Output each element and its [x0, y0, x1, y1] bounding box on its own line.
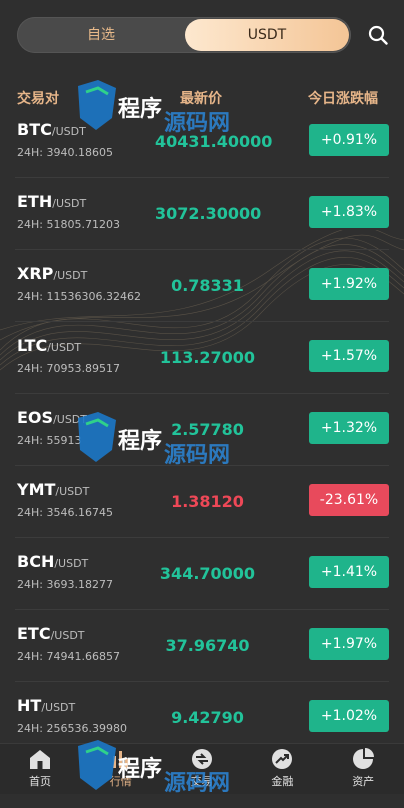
- pair-quote: /USDT: [55, 485, 90, 498]
- pair-price: 9.42790: [171, 708, 244, 727]
- pair-quote: /USDT: [52, 197, 87, 210]
- nav-home[interactable]: 首页: [0, 748, 80, 789]
- change-badge[interactable]: +1.83%: [309, 196, 389, 228]
- tab-usdt[interactable]: USDT: [185, 19, 349, 51]
- search-icon[interactable]: [368, 25, 388, 45]
- pair-base: YMT: [17, 480, 56, 499]
- market-row-etc[interactable]: ETC/USDT 24H: 74941.66857 37.96740 +1.97%: [15, 610, 389, 682]
- change-badge[interactable]: +1.32%: [309, 412, 389, 444]
- pair-base: HT: [17, 696, 42, 715]
- svg-text:程序: 程序: [118, 96, 162, 122]
- watermark-logo: 程序 源码网: [78, 412, 230, 468]
- pair-volume: 24H: 70953.89517: [17, 362, 120, 375]
- pair-quote: /USDT: [53, 269, 88, 282]
- change-badge[interactable]: +1.97%: [309, 628, 389, 660]
- nav-assets[interactable]: 资产: [323, 748, 403, 789]
- pair-base: BTC: [17, 120, 52, 139]
- home-icon: [0, 748, 80, 770]
- svg-text:源码网: 源码网: [164, 443, 230, 468]
- header-change: 今日涨跌幅: [308, 91, 378, 107]
- watermark-logo: 程序 源码网: [78, 80, 230, 136]
- pair-base: XRP: [17, 264, 54, 283]
- change-badge[interactable]: -23.61%: [309, 484, 389, 516]
- nav-label: 资产: [352, 775, 375, 788]
- change-badge[interactable]: +0.91%: [309, 124, 389, 156]
- market-row-bch[interactable]: BCH/USDT 24H: 3693.18277 344.70000 +1.41%: [15, 538, 389, 610]
- pair-price: 113.27000: [159, 348, 256, 367]
- pair-volume: 24H: 3546.16745: [17, 506, 113, 519]
- pair-symbol: XRP/USDT: [17, 264, 87, 283]
- pair-price: 3072.30000: [155, 204, 262, 223]
- nav-label: 金融: [271, 775, 294, 788]
- pair-price: 1.38120: [171, 492, 244, 511]
- assets-icon: [323, 748, 403, 770]
- pair-symbol: BCH/USDT: [17, 552, 88, 571]
- svg-text:程序: 程序: [118, 756, 162, 782]
- pair-symbol: ETH/USDT: [17, 192, 86, 211]
- change-badge[interactable]: +1.92%: [309, 268, 389, 300]
- header-pair: 交易对: [17, 91, 59, 107]
- pair-volume: 24H: 3693.18277: [17, 578, 113, 591]
- svg-text:源码网: 源码网: [164, 111, 230, 136]
- pair-price: 0.78331: [171, 276, 244, 295]
- pair-base: EOS: [17, 408, 54, 427]
- market-row-eth[interactable]: ETH/USDT 24H: 51805.71203 3072.30000 +1.83%: [15, 178, 389, 250]
- pair-quote: /USDT: [47, 341, 82, 354]
- pair-volume: 24H: 51805.71203: [17, 218, 120, 231]
- market-segment-control: 自选 USDT: [17, 17, 351, 53]
- pair-quote: /USDT: [41, 701, 76, 714]
- tab-favorites[interactable]: 自选: [17, 17, 185, 53]
- change-badge[interactable]: +1.02%: [309, 700, 389, 732]
- pair-symbol: LTC/USDT: [17, 336, 81, 355]
- market-row-ltc[interactable]: LTC/USDT 24H: 70953.89517 113.27000 +1.57%: [15, 322, 389, 394]
- nav-label: 首页: [29, 775, 51, 788]
- pair-symbol: ETC/USDT: [17, 624, 85, 643]
- nav-finance[interactable]: 金融: [242, 748, 322, 789]
- finance-icon: [242, 748, 322, 770]
- pair-base: ETC: [17, 624, 51, 643]
- svg-text:程序: 程序: [118, 428, 162, 454]
- watermark-logo: 程序 源码网: [78, 740, 230, 796]
- market-row-xrp[interactable]: XRP/USDT 24H: 11536306.32462 0.78331 +1.92%: [15, 250, 389, 322]
- svg-text:源码网: 源码网: [164, 771, 230, 796]
- change-badge[interactable]: +1.57%: [309, 340, 389, 372]
- pair-quote: /USDT: [50, 629, 85, 642]
- pair-symbol: YMT/USDT: [17, 480, 89, 499]
- top-bar: 自选 USDT: [0, 0, 404, 70]
- pair-symbol: HT/USDT: [17, 696, 75, 715]
- pair-volume: 24H: 74941.66857: [17, 650, 120, 663]
- pair-volume: 24H: 256536.39980: [17, 722, 127, 735]
- pair-base: LTC: [17, 336, 48, 355]
- pair-price: 37.96740: [165, 636, 250, 655]
- pair-quote: /USDT: [54, 557, 89, 570]
- pair-base: ETH: [17, 192, 53, 211]
- pair-base: BCH: [17, 552, 55, 571]
- change-badge[interactable]: +1.41%: [309, 556, 389, 588]
- pair-volume: 24H: 11536306.32462: [17, 290, 141, 303]
- pair-price: 344.70000: [159, 564, 256, 583]
